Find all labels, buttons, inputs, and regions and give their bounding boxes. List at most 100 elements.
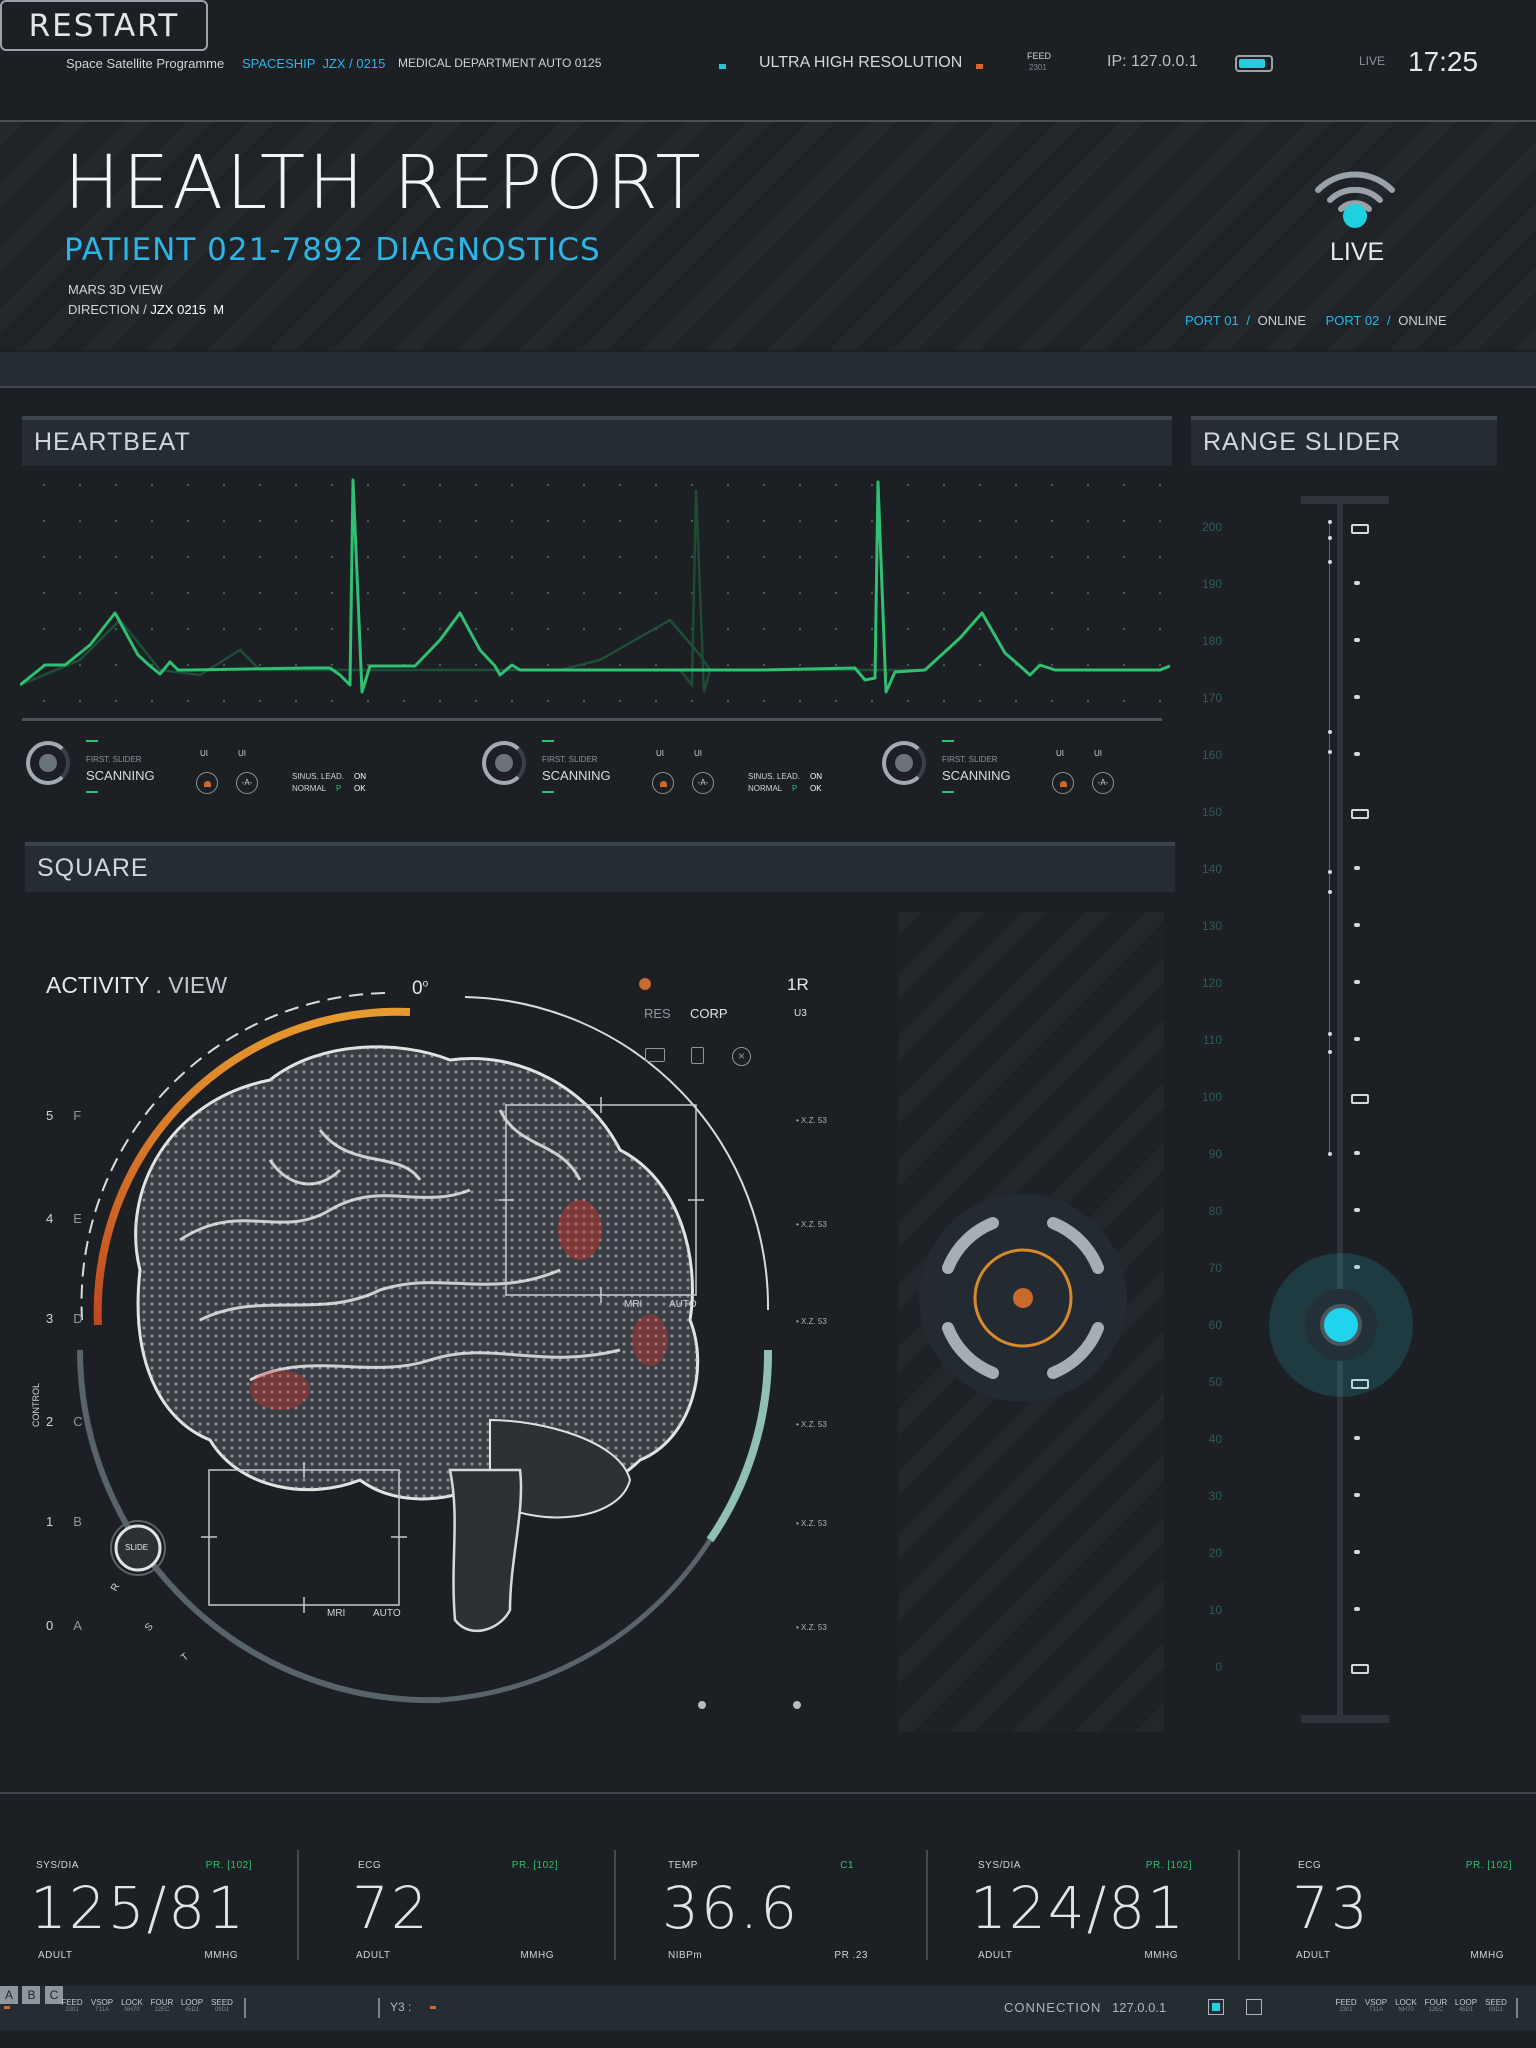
range-scale-label: 180 [1201,634,1222,648]
range-tick [1354,1493,1360,1497]
grid-dot [42,483,46,487]
copy-icon[interactable] [691,1047,704,1064]
grid-dot [258,591,262,595]
lock-button[interactable] [652,772,674,794]
grid-dot [366,519,370,523]
ok-label: OK [810,784,822,793]
grid-dot [186,699,190,703]
grid-dot [798,591,802,595]
grid-dot [438,519,442,523]
vital-tag: PR. [102] [1465,1860,1512,1871]
grid-dot [906,627,910,631]
grid-dot [114,627,118,631]
cyan-indicator [719,64,726,69]
vital-foot-left: NIBPm [668,1950,703,1961]
status-code-key: SEED [211,1998,233,2007]
a-button[interactable]: -A- [692,772,714,794]
range-scale-label: 130 [1201,919,1222,933]
grid-dot [330,555,334,559]
grid-dot [546,591,550,595]
grid-dot [834,519,838,523]
grid-dot [618,519,622,523]
range-scale-label: 60 [1208,1318,1222,1332]
grid-dot [294,663,298,667]
vital-label: TEMP [668,1860,698,1871]
connection-checkbox-off[interactable] [1246,1999,1262,2015]
status-code: LOCK NH70 [1392,1998,1420,2013]
status-code: LOOP 45D1 [178,1998,206,2013]
grid-dot [834,591,838,595]
grid-dot [330,663,334,667]
connection-checkbox-on[interactable] [1208,1999,1224,2015]
grid-dot [546,519,550,523]
range-scale-label: 80 [1208,1204,1222,1218]
grid-dot [150,699,154,703]
a-button[interactable]: -A- [236,772,258,794]
grid-dot [618,591,622,595]
range-slider-handle[interactable] [1269,1253,1413,1397]
grid-dot [510,591,514,595]
status-code-key: LOOP [180,1998,204,2007]
grid-dot [726,627,730,631]
range-scale-label: 20 [1208,1546,1222,1560]
green-tick [542,740,554,742]
restart-dial[interactable] [918,1193,1128,1403]
ui-label: UI [200,749,208,758]
feed-value: 2301 [1029,63,1047,72]
scan-knob[interactable] [26,741,70,785]
grid-dot [618,699,622,703]
close-icon[interactable]: × [732,1047,751,1066]
grid-dot [978,555,982,559]
lock-button[interactable] [1052,772,1074,794]
scan-knob[interactable] [882,741,926,785]
box-lower-auto: AUTO [373,1608,401,1619]
range-tick [1354,1550,1360,1554]
range-ticks [1350,520,1380,1680]
grid-dot [78,627,82,631]
wifi-icon [1315,171,1395,228]
status-bar: FEED 2301 VSOP T11A LOCK NH70 FOUR 12EC LOOP 45D1… [0,1986,1536,2030]
grid-dot [330,627,334,631]
status-code-value: 45D1 [1458,2007,1474,2013]
range-track[interactable] [1337,498,1343,1720]
ui-label: UI [238,749,246,758]
vital-label: SYS/DIA [978,1860,1021,1871]
grid-dot [1050,627,1054,631]
toggle-b[interactable]: B [22,1986,41,2004]
status-code-value: NH70 [124,2007,140,2013]
grid-dot [942,555,946,559]
p-label: P [336,784,342,793]
pager-dot[interactable] [698,1701,706,1709]
grid-dot [942,519,946,523]
pager-dot[interactable] [793,1701,801,1709]
toggle-a[interactable]: A [0,1986,18,2004]
grid-dot [762,555,766,559]
grid-dot [654,483,658,487]
xz-label: • X.Z. 53 [796,1317,827,1326]
sinus-value: ON [810,772,822,781]
live-label-small: LIVE [1359,54,1386,68]
vital-value: 125/81 [30,1874,247,1942]
grid-dot [222,555,226,559]
p-label: P [792,784,798,793]
lock-button[interactable] [196,772,218,794]
angle-readout: 0o [412,978,428,1000]
grid-dot [1086,519,1090,523]
grid-dot [222,663,226,667]
status-code: FEED 2301 [1332,1998,1360,2013]
control-group-2: FIRST. SLIDER SCANNING UI UI -A- SINUS. … [478,736,878,806]
grid-dot [798,699,802,703]
status-code-value: T11A [1369,2007,1383,2013]
grid-dot [546,555,550,559]
range-scale-label: 0 [1215,1660,1222,1674]
scan-knob[interactable] [482,741,526,785]
top-bar: Space Satellite Programme SPACESHIP JZX … [0,0,1536,122]
level-0: 0A [46,1618,82,1633]
monitor-icon[interactable] [645,1048,665,1062]
a-button[interactable]: -A- [1092,772,1114,794]
status-code-key: VSOP [1364,1998,1388,2007]
grid-dot [366,483,370,487]
connection-label: CONNECTION [1004,2000,1102,2015]
vital-card-ecg-2: ECG PR. [102] 73 ADULT MMHG [1292,1860,1512,1964]
grid-dot [330,483,334,487]
